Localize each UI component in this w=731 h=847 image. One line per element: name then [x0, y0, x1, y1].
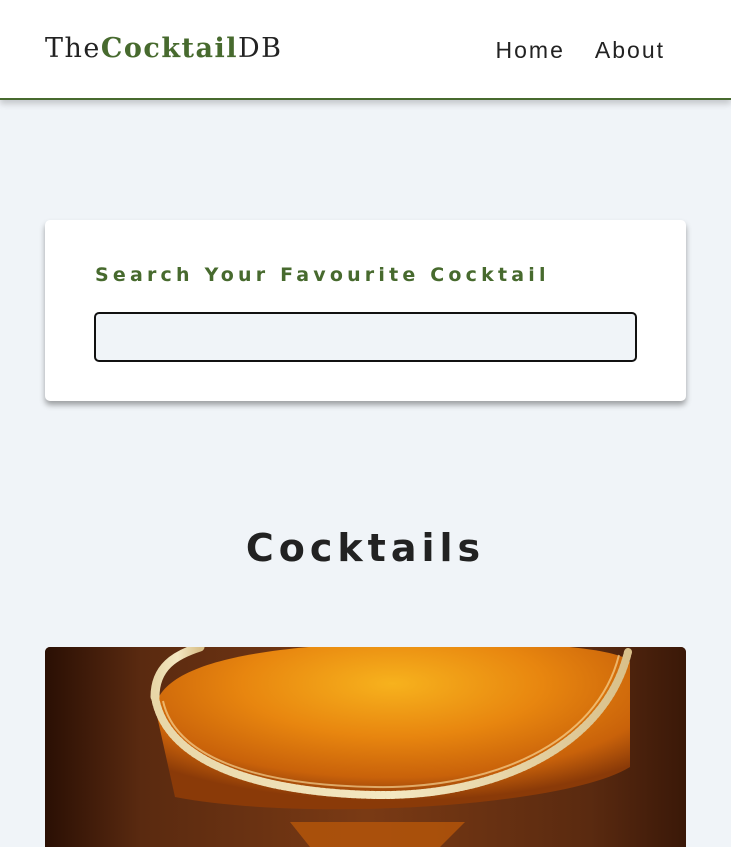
logo-accent: Cocktail	[100, 33, 239, 64]
search-form-card: Search Your Favourite Cocktail	[45, 220, 686, 401]
nav-link-home[interactable]: Home	[496, 34, 565, 66]
logo-prefix: The	[45, 33, 101, 64]
logo-suffix: DB	[238, 33, 283, 64]
nav-links: Home About	[496, 34, 665, 66]
nav-link-about[interactable]: About	[595, 34, 665, 66]
cocktail-card[interactable]	[45, 647, 686, 847]
search-input[interactable]	[94, 312, 637, 362]
search-label: Search Your Favourite Cocktail	[95, 264, 550, 286]
cocktail-image	[45, 647, 686, 847]
navbar: TheCocktailDB Home About	[0, 0, 731, 100]
site-logo[interactable]: TheCocktailDB	[45, 30, 283, 68]
section-title: Cocktails	[245, 526, 486, 570]
